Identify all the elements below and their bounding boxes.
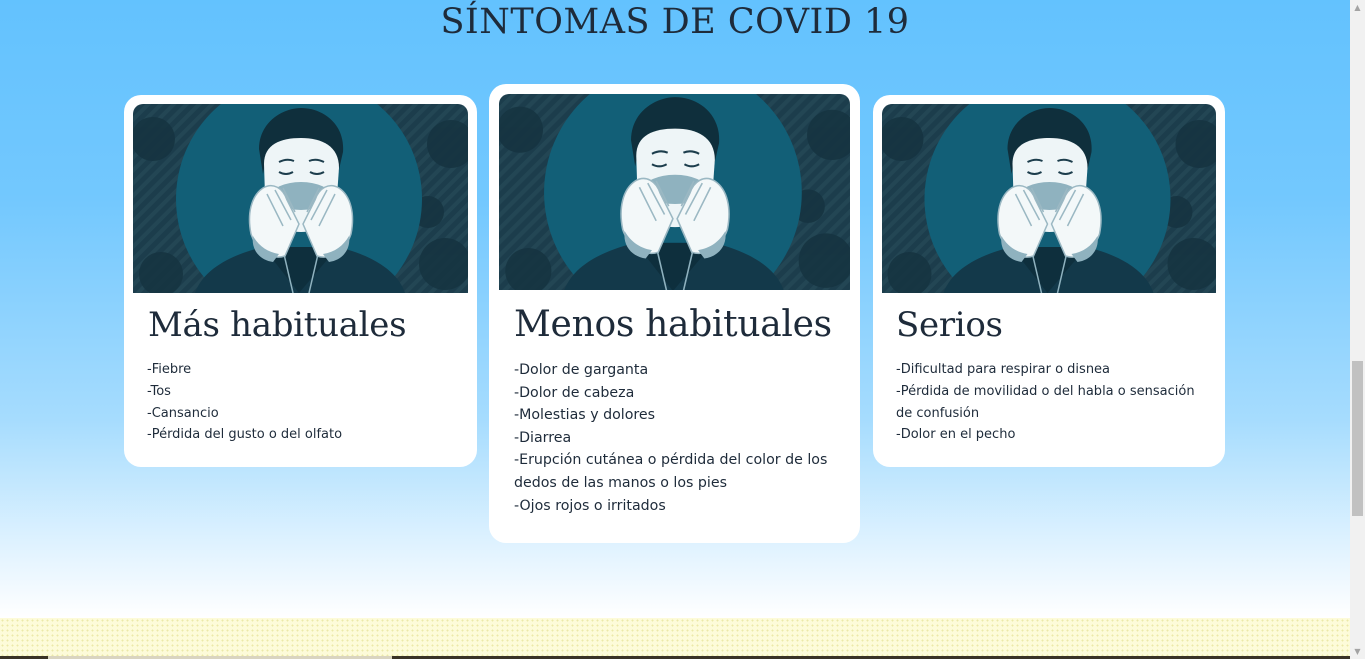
symptom-item: -Pérdida del gusto o del olfato (147, 427, 343, 443)
symptom-list: -Dolor de garganta -Dolor de cabeza -Mol… (514, 359, 844, 517)
symptom-card-serious: Serios -Dificultad para respirar o disne… (873, 95, 1225, 467)
symptom-list: -Fiebre -Tos -Cansancio -Pérdida del gus… (147, 359, 467, 446)
symptom-card-less-common: Menos habituales -Dolor de garganta -Dol… (489, 84, 860, 543)
symptom-item: -Dolor de cabeza (514, 384, 635, 401)
symptom-item: -Pérdida de movilidad o del habla o sens… (896, 383, 1195, 421)
symptom-item: -Fiebre (147, 362, 192, 377)
card-heading: Más habituales (148, 305, 407, 345)
card-heading: Serios (896, 305, 1003, 345)
page: SÍNTOMAS DE COVID 19 Más habituales -Fie… (0, 0, 1350, 659)
scrollbar-thumb[interactable] (1352, 361, 1363, 516)
symptom-list: -Dificultad para respirar o disnea -Pérd… (896, 359, 1196, 446)
symptom-item: -Molestias y dolores (514, 407, 656, 424)
vertical-scrollbar[interactable]: ▲ ▼ (1350, 0, 1365, 659)
symptom-item: -Erupción cutánea o pérdida del color de… (514, 452, 828, 491)
triangle-down-icon[interactable]: ▼ (1350, 644, 1365, 659)
person-coughing-illustration (882, 104, 1216, 293)
symptom-item: -Dolor en el pecho (896, 427, 1016, 443)
footer-pattern-strip (0, 618, 1350, 659)
symptom-item: -Cansancio (147, 405, 219, 421)
person-coughing-illustration (133, 104, 468, 293)
symptom-item: -Dificultad para respirar o disnea (896, 362, 1111, 377)
symptom-card-common: Más habituales -Fiebre -Tos -Cansancio -… (124, 95, 477, 467)
triangle-up-icon[interactable]: ▲ (1350, 0, 1365, 15)
card-heading: Menos habituales (514, 304, 832, 345)
page-title: SÍNTOMAS DE COVID 19 (440, 2, 910, 42)
person-coughing-illustration (499, 94, 850, 290)
symptom-item: -Ojos rojos o irritados (514, 497, 666, 514)
symptom-item: -Diarrea (514, 429, 572, 446)
symptom-item: -Dolor de garganta (514, 362, 649, 378)
symptom-item: -Tos (147, 383, 171, 399)
